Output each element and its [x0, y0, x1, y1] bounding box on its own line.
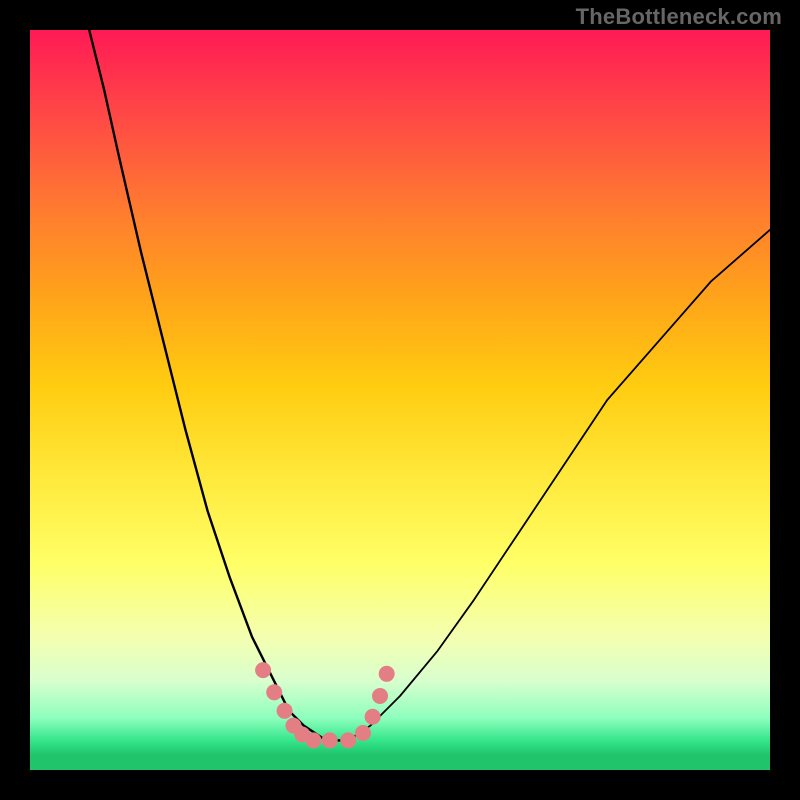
chart-plot-area: [30, 30, 770, 770]
valley-marker: [305, 732, 321, 748]
valley-marker: [322, 732, 338, 748]
chart-frame: TheBottleneck.com: [0, 0, 800, 800]
valley-marker: [277, 703, 293, 719]
valley-marker: [255, 662, 271, 678]
curve-group: [89, 30, 770, 740]
valley-marker: [365, 709, 381, 725]
curve-right-curve: [348, 230, 770, 741]
curve-left-curve: [89, 30, 348, 740]
valley-marker: [372, 688, 388, 704]
chart-svg: [30, 30, 770, 770]
marker-group: [255, 662, 395, 748]
valley-marker: [266, 684, 282, 700]
watermark-text: TheBottleneck.com: [576, 4, 782, 30]
valley-marker: [379, 666, 395, 682]
valley-marker: [340, 732, 356, 748]
valley-marker: [355, 725, 371, 741]
